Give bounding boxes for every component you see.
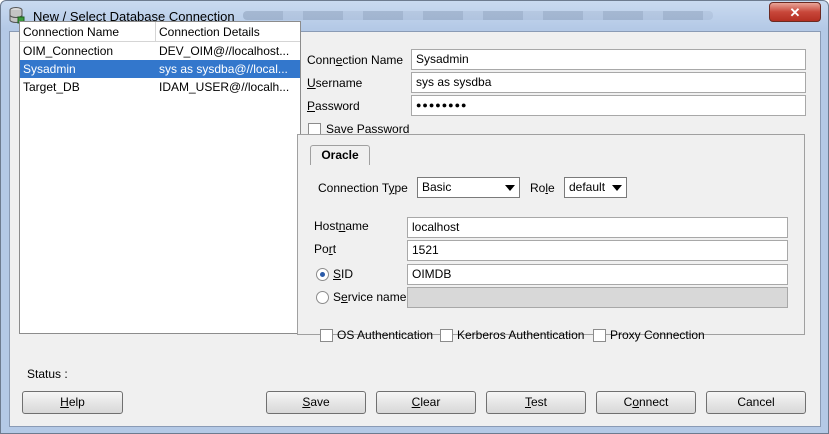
chevron-down-icon	[505, 185, 515, 191]
list-row-sysadmin[interactable]: Sysadmin sys as sysdba@//local...	[20, 60, 300, 78]
connection-details-cell: DEV_OIM@//localhost...	[159, 44, 290, 58]
proxy-connection-label[interactable]: Proxy Connection	[610, 328, 705, 342]
hostname-input[interactable]: localhost	[407, 217, 788, 238]
dialog-window: New / Select Database Connection ✕ Conne…	[0, 0, 829, 434]
cancel-button[interactable]: Cancel	[706, 391, 806, 414]
kerberos-authentication-label[interactable]: Kerberos Authentication	[457, 328, 584, 342]
list-row-target-db[interactable]: Target_DB IDAM_USER@//localh...	[20, 78, 300, 96]
connection-details-cell: IDAM_USER@//localh...	[159, 80, 290, 94]
connection-type-label: Connection Type	[318, 181, 408, 195]
username-label: Username	[307, 76, 363, 90]
connection-name-cell: OIM_Connection	[23, 44, 114, 58]
column-header-connection-details[interactable]: Connection Details	[156, 22, 300, 42]
connection-type-select[interactable]: Basic	[417, 177, 520, 198]
service-name-input[interactable]	[407, 287, 788, 308]
username-input[interactable]: sys as sysdba	[411, 72, 806, 93]
hostname-label: Hostname	[314, 219, 369, 233]
password-input[interactable]: ●●●●●●●●	[411, 95, 806, 116]
tab-joint	[311, 164, 369, 166]
sid-label[interactable]: SID	[333, 267, 353, 281]
kerberos-authentication-checkbox[interactable]	[440, 329, 453, 342]
password-label: Password	[307, 99, 360, 113]
service-name-label[interactable]: Service name	[333, 290, 406, 304]
connection-name-cell: Sysadmin	[23, 62, 76, 76]
os-authentication-label[interactable]: OS Authentication	[337, 328, 433, 342]
connect-button[interactable]: Connect	[596, 391, 696, 414]
help-button[interactable]: Help	[22, 391, 123, 414]
role-select[interactable]: default	[564, 177, 627, 198]
column-header-connection-name[interactable]: Connection Name	[20, 22, 156, 42]
proxy-connection-checkbox[interactable]	[593, 329, 606, 342]
close-button[interactable]: ✕	[769, 2, 821, 22]
connection-name-input[interactable]: Sysadmin	[411, 49, 806, 70]
tab-oracle[interactable]: Oracle	[310, 145, 370, 165]
list-row-oim-connection[interactable]: OIM_Connection DEV_OIM@//localhost...	[20, 42, 300, 60]
service-name-radio[interactable]	[316, 291, 329, 304]
connection-details-cell: sys as sysdba@//local...	[159, 62, 288, 76]
connection-name-label: Connection Name	[307, 53, 404, 67]
role-label: Role	[530, 181, 555, 195]
close-icon: ✕	[789, 5, 801, 20]
chevron-down-icon	[612, 185, 622, 191]
test-button[interactable]: Test	[486, 391, 586, 414]
blurred-title-text	[243, 11, 713, 20]
sid-input[interactable]: OIMDB	[407, 264, 788, 285]
connection-name-cell: Target_DB	[23, 80, 80, 94]
port-label: Port	[314, 242, 337, 256]
save-button[interactable]: Save	[266, 391, 366, 414]
status-label: Status :	[27, 367, 68, 381]
os-authentication-checkbox[interactable]	[320, 329, 333, 342]
sid-radio[interactable]	[316, 268, 329, 281]
port-input[interactable]: 1521	[407, 240, 788, 261]
clear-button[interactable]: Clear	[376, 391, 476, 414]
connection-list[interactable]: Connection Name Connection Details OIM_C…	[19, 21, 301, 334]
